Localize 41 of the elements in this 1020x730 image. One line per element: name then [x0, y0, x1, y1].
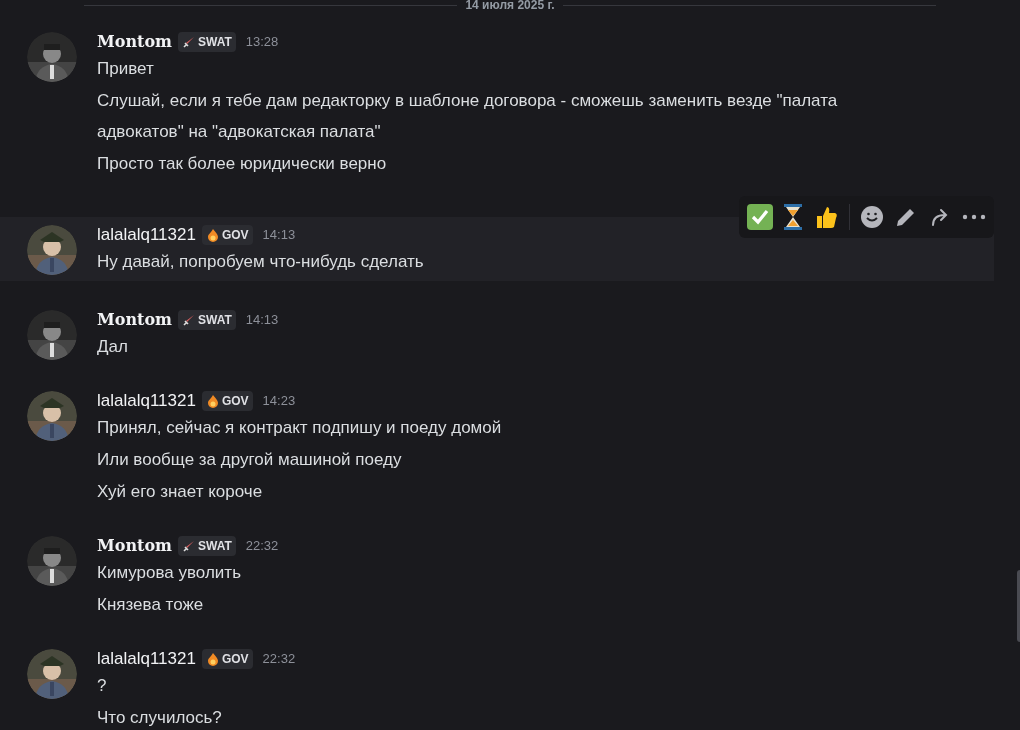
author-name[interactable]: Montom	[97, 308, 172, 332]
sword-icon	[182, 313, 196, 327]
message-text: Просто так более юридически верно	[97, 153, 388, 175]
flame-icon	[205, 394, 220, 408]
message-text: Кимурова уволить	[97, 562, 242, 584]
flame-icon	[205, 652, 220, 666]
author-name[interactable]: lalalalq11321	[97, 388, 196, 414]
role-tag: GOV	[201, 225, 253, 245]
timestamp: 14:13	[262, 226, 296, 245]
author-name[interactable]: lalalalq11321	[97, 222, 196, 248]
smiley-icon[interactable]	[860, 205, 884, 229]
author-name[interactable]: Montom	[97, 534, 172, 558]
role-tag: GOV	[201, 391, 253, 411]
author-name[interactable]: lalalalq11321	[97, 646, 196, 672]
message-text: Князева тоже	[97, 594, 205, 616]
scrollbar-thumb[interactable]	[1017, 570, 1020, 642]
author-name[interactable]: Montom	[97, 30, 172, 54]
flame-icon	[205, 228, 220, 242]
message-text: Ну давай, попробуем что-нибудь сделать	[97, 251, 424, 273]
message-text: ?	[97, 675, 108, 697]
check-mark-icon[interactable]	[747, 204, 773, 230]
message-text: Принял, сейчас я контракт подпишу и поеду домой	[97, 417, 502, 439]
timestamp: 14:23	[262, 392, 296, 411]
role-tag: SWAT	[178, 536, 236, 556]
message-text: Или вообще за другой машиной поеду	[97, 449, 403, 471]
role-tag: SWAT	[178, 310, 236, 330]
message-text: Что случилось?	[97, 707, 223, 729]
timestamp: 13:28	[245, 33, 279, 52]
sword-icon	[182, 539, 196, 553]
message-text: Привет	[97, 58, 155, 80]
role-tag: GOV	[201, 649, 253, 669]
sword-icon	[182, 35, 196, 49]
message-text: Хуй его знает короче	[97, 481, 264, 503]
more-icon[interactable]	[962, 213, 986, 221]
message-text: Слушай, если я тебе дам редакторку в шаблоне договора - сможешь заменить везде "палата адвокатов" на "адвокатская палата"	[97, 90, 839, 143]
timestamp: 22:32	[245, 537, 279, 556]
timestamp: 14:13	[245, 311, 279, 330]
message-text: Дал	[97, 336, 129, 358]
role-tag: SWAT	[178, 32, 236, 52]
hourglass-icon[interactable]	[783, 204, 803, 230]
timestamp: 22:32	[262, 650, 296, 669]
